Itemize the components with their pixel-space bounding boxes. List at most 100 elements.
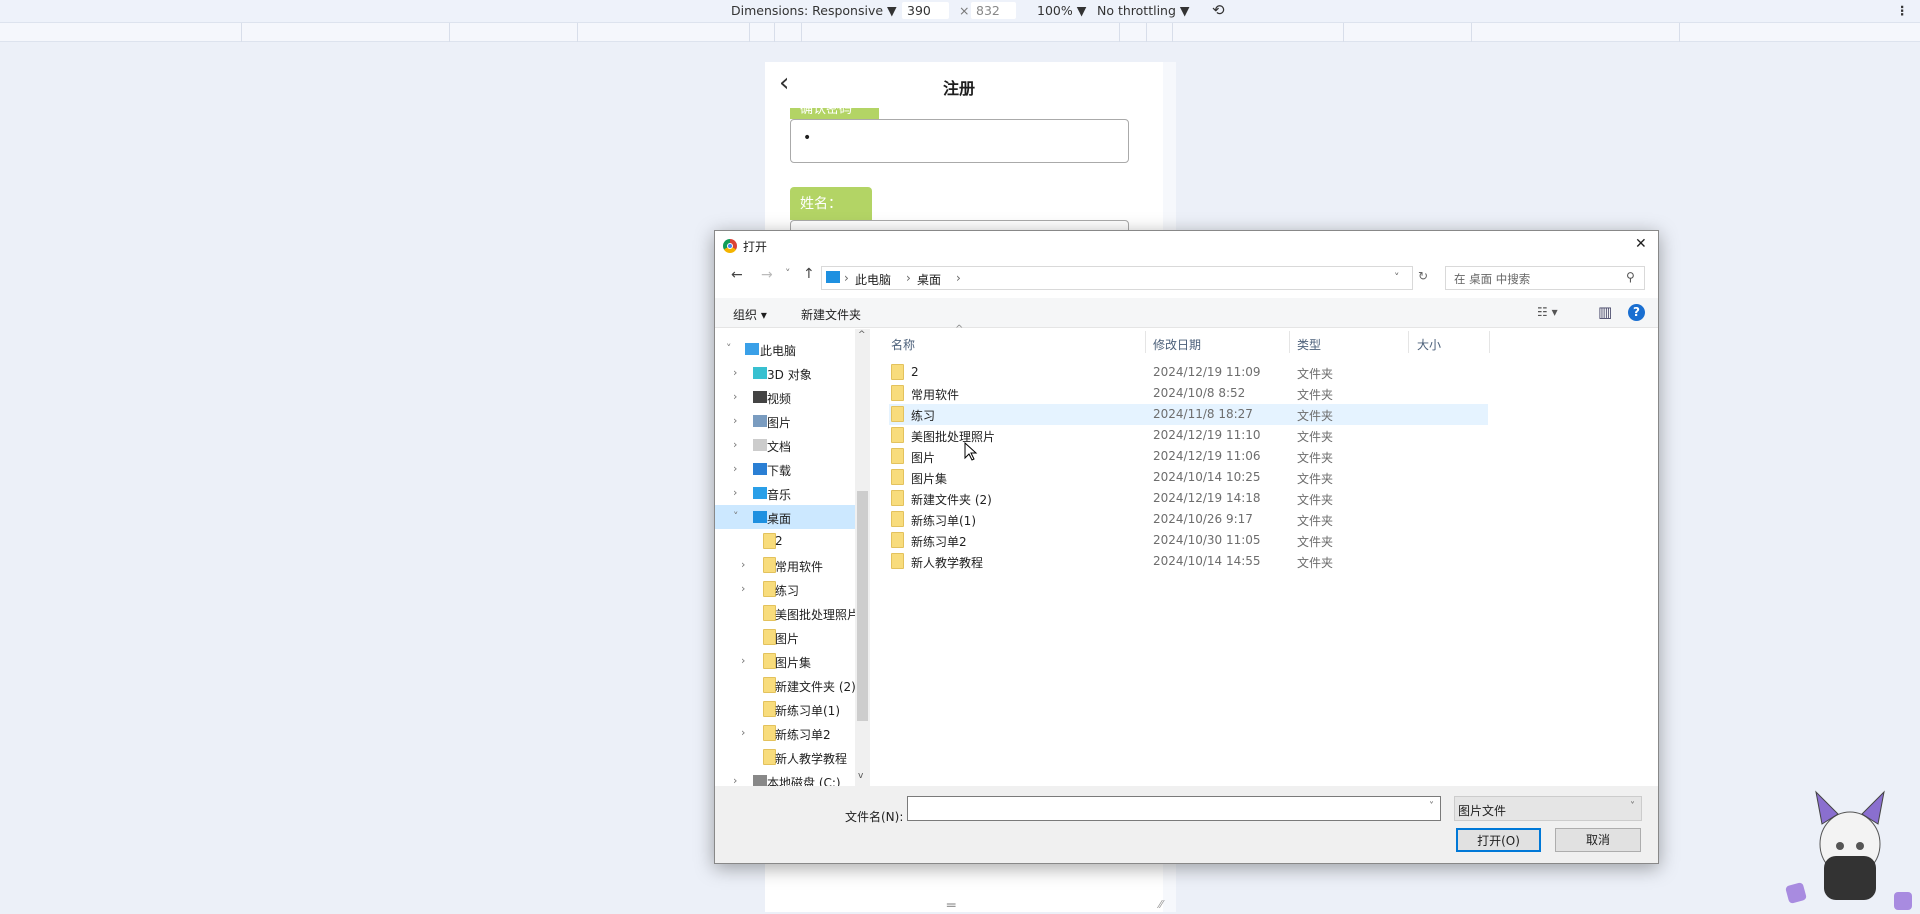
file-date: 2024/10/14 14:55 [1153,554,1261,568]
file-row[interactable]: 新人教学教程 2024/10/14 14:55 文件夹 [889,551,1488,572]
media-query-bar[interactable] [0,22,1920,42]
tree-item[interactable]: 新建文件夹 (2) [715,673,856,697]
devtools-toolbar: Dimensions: Responsive ▼ 390 × 832 100% … [0,0,1920,22]
file-row[interactable]: 新练习单(1) 2024/10/26 9:17 文件夹 [889,509,1488,530]
name-label: 姓名： [790,187,872,220]
address-dropdown[interactable]: ˅ [1394,271,1400,284]
file-row[interactable]: 2 2024/12/19 11:09 文件夹 [889,362,1488,383]
back-icon[interactable]: ‹ [779,68,789,98]
recent-locations-button[interactable]: ˅ [785,267,791,280]
tree-item[interactable]: › 3D 对象 [715,361,855,385]
resize-corner-icon[interactable]: ⁄⁄ [1159,898,1163,911]
column-name[interactable]: 名称 [891,336,915,353]
tree-item[interactable]: › 图片 [715,409,855,433]
file-date: 2024/12/19 14:18 [1153,491,1261,505]
expand-chevron-icon[interactable]: ˅ [726,342,732,355]
tree-item[interactable]: › 图片集 [715,649,855,673]
preview-pane-icon[interactable]: ▥ [1598,303,1612,321]
expand-chevron-icon[interactable]: › [733,486,737,499]
throttling-select[interactable]: No throttling ▼ [1097,3,1190,18]
rotate-icon[interactable]: ⟲ [1212,1,1225,19]
expand-chevron-icon[interactable]: › [733,414,737,427]
expand-chevron-icon[interactable]: › [733,366,737,379]
tree-item[interactable]: › 文档 [715,433,855,457]
nav-scrollbar[interactable]: ^ v [855,329,870,786]
confirm-password-input[interactable]: • [790,119,1129,163]
file-date: 2024/10/26 9:17 [1153,512,1253,526]
mascot-sticker [1785,790,1912,910]
expand-chevron-icon[interactable]: ˅ [733,510,739,523]
forward-button[interactable]: → [761,267,773,283]
file-row[interactable]: 常用软件 2024/10/8 8:52 文件夹 [889,383,1488,404]
chevron-down-icon: ˅ [1630,801,1635,812]
folder-icon [891,427,904,443]
expand-chevron-icon[interactable]: › [741,726,745,739]
file-type: 文件夹 [1297,556,1334,570]
address-bar[interactable]: › 此电脑 › 桌面 › ˅ [821,266,1413,290]
tree-item[interactable]: ˅ 此电脑 [715,337,855,361]
navigation-pane: ˅ 此电脑 › 3D 对象 › 视频 › 图片 › 文档 › 下载 › 音乐 ˅ 桌面 2 › 常用软件 › 练习 美图批… [715,329,870,786]
file-row[interactable]: 练习 2024/11/8 18:27 文件夹 [889,404,1488,425]
zoom-select[interactable]: 100% ▼ [1037,3,1086,18]
tree-item[interactable]: › 常用软件 [715,553,855,577]
expand-chevron-icon[interactable]: › [741,654,745,667]
file-row[interactable]: 新练习单2 2024/10/30 11:05 文件夹 [889,530,1488,551]
file-name: 新建文件夹 (2) [911,493,992,507]
expand-chevron-icon[interactable]: › [733,390,737,403]
pc-icon [745,343,759,355]
file-date: 2024/11/8 18:27 [1153,407,1253,421]
tree-item[interactable]: › 视频 [715,385,855,409]
filename-input[interactable]: ˅ [907,796,1441,821]
tree-item[interactable]: 2 [715,529,855,553]
tree-item[interactable]: 新练习单(1) [715,697,855,721]
tree-item-label: 美图批处理照片 [775,608,860,622]
dimensions-select[interactable]: Dimensions: Responsive ▼ [731,3,897,18]
up-button[interactable]: ↑ [803,266,815,282]
tree-item[interactable]: 图片 [715,625,855,649]
view-options-icon[interactable]: ☷ ▾ [1537,305,1558,319]
file-date: 2024/12/19 11:10 [1153,428,1261,442]
breadcrumb-this-pc[interactable]: 此电脑 [855,271,891,288]
file-row[interactable]: 图片 2024/12/19 11:06 文件夹 [889,446,1488,467]
help-icon[interactable]: ? [1628,304,1645,321]
more-options-icon[interactable]: ⋮ [1896,3,1909,18]
expand-chevron-icon[interactable]: › [733,462,737,475]
tree-item[interactable]: › 练习 [715,577,855,601]
tree-item[interactable]: › 新练习单2 [715,721,855,745]
tree-item[interactable]: › 下载 [715,457,855,481]
cancel-button[interactable]: 取消 [1555,828,1641,852]
file-type: 文件夹 [1297,367,1334,381]
expand-chevron-icon[interactable]: › [741,558,745,571]
file-row[interactable]: 美图批处理照片 2024/12/19 11:10 文件夹 [889,425,1488,446]
expand-chevron-icon[interactable]: › [733,438,737,451]
organize-menu[interactable]: 组织 ▾ [733,306,767,323]
column-date[interactable]: 修改日期 [1153,336,1201,353]
pc-icon [826,271,840,283]
expand-chevron-icon[interactable]: › [741,582,745,595]
tree-item-label: 新练习单(1) [775,704,840,718]
expand-chevron-icon[interactable]: › [733,774,737,786]
tree-item[interactable]: › 本地磁盘 (C:) [715,769,855,786]
back-button[interactable]: ← [731,267,743,283]
tree-item[interactable]: 新人教学教程 [715,745,855,769]
height-input[interactable]: 832 [971,2,1016,19]
scrollbar-thumb[interactable] [857,491,868,721]
tree-item[interactable]: ˅ 桌面 [715,505,855,529]
open-button[interactable]: 打开(O) [1456,828,1541,852]
file-row[interactable]: 新建文件夹 (2) 2024/12/19 14:18 文件夹 [889,488,1488,509]
tree-item-label: 此电脑 [760,344,797,358]
chevron-down-icon: ˅ [1429,801,1434,812]
search-input[interactable]: 在 桌面 中搜索 ⚲ [1445,266,1645,290]
refresh-button[interactable]: ↻ [1418,269,1428,283]
filetype-select[interactable]: 图片文件 ˅ [1454,796,1642,821]
column-type[interactable]: 类型 [1297,336,1321,353]
breadcrumb-desktop[interactable]: 桌面 [917,271,941,288]
file-row[interactable]: 图片集 2024/10/14 10:25 文件夹 [889,467,1488,488]
file-type: 文件夹 [1297,535,1334,549]
new-folder-button[interactable]: 新建文件夹 [801,306,861,323]
close-button[interactable]: ✕ [1635,236,1647,252]
tree-item[interactable]: 美图批处理照片 [715,601,859,625]
column-size[interactable]: 大小 [1417,336,1441,353]
tree-item[interactable]: › 音乐 [715,481,855,505]
width-input[interactable]: 390 [902,2,949,19]
